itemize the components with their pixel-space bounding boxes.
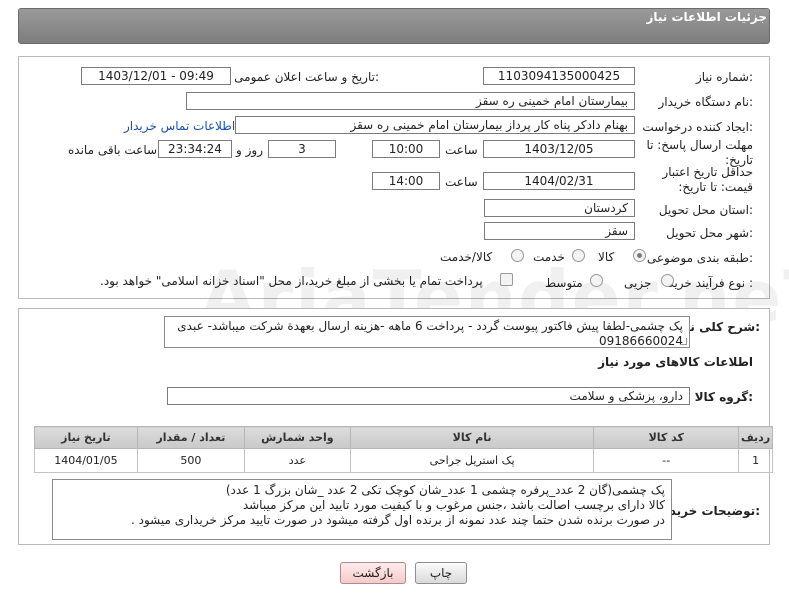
col-need-date: تاریخ نیاز [34,426,138,449]
city-label: شهر محل تحویل: [666,226,753,240]
col-quantity: تعداد / مقدار [136,426,245,449]
goods-table: تاریخ نیاز تعداد / مقدار واحد شمارش نام … [34,426,773,473]
category-goods-label: کالا [598,250,615,264]
province-field[interactable]: کردستان [484,199,635,217]
general-desc-text: پک چشمی-لطفا پیش فاکتور پیوست گردد - پرد… [177,319,683,348]
price-validity-time-label: ساعت [445,175,478,189]
category-goods-radio[interactable] [633,249,646,262]
print-button[interactable]: چاپ [415,562,467,584]
reply-time-field[interactable]: 10:00 [372,140,440,158]
days-remaining-field[interactable]: 3 [268,140,336,158]
buyer-org-field[interactable]: بیمارستان امام خمینی ره سقز [186,92,635,110]
buyer-desc-textarea[interactable]: پک چشمی(گان 2 عدد_پرفره چشمی 1 عدد_شان ک… [52,479,672,540]
buyer-org-label: نام دستگاه خریدار: [658,95,754,109]
days-label: روز و [236,143,263,157]
category-service-radio[interactable] [572,249,585,262]
cell-quantity: 500 [136,448,245,473]
reply-date-field[interactable]: 1403/12/05 [483,140,635,158]
resize-handle[interactable] [680,338,687,345]
buyer-desc-label: توضیحات خریدار: [658,504,760,518]
need-number-label: شماره نیاز: [695,70,753,84]
process-medium-label: متوسط [545,276,583,290]
requester-label: ایجاد کننده درخواست: [642,120,753,134]
general-desc-textarea[interactable]: پک چشمی-لطفا پیش فاکتور پیوست گردد - پرد… [164,316,690,348]
price-validity-label: حداقل تاریخ اعتبار قیمت: تا تاریخ: [662,165,753,194]
treasury-payment-note: پرداخت تمام یا بخشی از مبلغ خرید،از محل … [100,274,483,288]
cell-item-name: پک استریل جراحی [349,448,595,473]
province-label: استان محل تحویل: [658,203,753,217]
col-item-code: کد کالا [593,426,740,449]
col-row: ردیف [738,426,773,449]
col-item-name: نام کالا [349,426,595,449]
category-both-radio[interactable] [511,249,524,262]
price-validity-time-field[interactable]: 14:00 [372,172,440,190]
category-service-label: خدمت [533,250,565,264]
time-remaining-field[interactable]: 23:34:24 [158,140,232,158]
goods-group-field[interactable]: دارو، پزشکی و سلامت [167,387,690,405]
buyer-desc-line-1: پک چشمی(گان 2 عدد_پرفره چشمی 1 عدد_شان ک… [225,483,665,497]
process-label: نوع فرآیند خرید : [668,276,753,290]
page-title: جزئیات اطلاعات نیاز [646,10,767,24]
cell-row: 1 [738,448,773,473]
buyer-contact-link[interactable]: اطلاعات تماس خریدار [124,119,235,133]
requester-field[interactable]: بهنام دادکر پناه کار پرداز بیمارستان اما… [235,116,635,134]
process-minor-label: جزیی [624,276,652,290]
cell-unit: عدد [243,448,351,473]
reply-deadline-label: مهلت ارسال پاسخ: تا تاریخ: [646,138,753,167]
city-field[interactable]: سقز [484,222,635,240]
need-number-field[interactable]: 1103094135000425 [483,67,635,85]
category-both-label: کالا/خدمت [440,250,493,264]
table-header-row: تاریخ نیاز تعداد / مقدار واحد شمارش نام … [34,426,773,449]
process-medium-radio[interactable] [590,274,603,287]
goods-group-label: گروه کالا: [694,390,753,404]
announce-date-field[interactable]: 1403/12/01 - 09:49 [81,67,231,85]
back-button[interactable]: بازگشت [340,562,406,584]
cell-item-code: -- [593,448,740,473]
price-validity-date-field[interactable]: 1404/02/31 [483,172,635,190]
category-label: طبقه بندی موضوعی: [646,251,753,265]
process-minor-radio[interactable] [661,274,674,287]
cell-need-date: 1404/01/05 [34,448,138,473]
col-unit: واحد شمارش [243,426,351,449]
buyer-desc-line-3: در صورت برنده شدن حتما چند عدد نمونه از … [130,513,665,527]
buyer-desc-line-2: کالا دارای برچسب اصالت باشد ،جنس مرغوب و… [242,498,665,512]
time-remaining-label: ساعت باقی مانده [68,143,158,157]
table-row[interactable]: 1404/01/05 500 عدد پک استریل جراحی -- 1 [34,448,773,473]
treasury-payment-checkbox[interactable] [500,273,513,286]
announce-date-label: تاریخ و ساعت اعلان عمومی: [234,70,379,84]
goods-section-title: اطلاعات کالاهای مورد نیاز [598,355,753,369]
reply-time-label: ساعت [445,143,478,157]
